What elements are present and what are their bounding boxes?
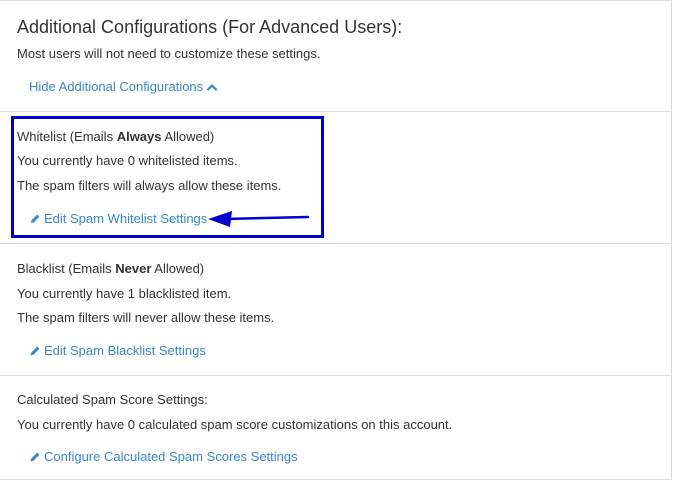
page-title: Additional Configurations (For Advanced … bbox=[17, 17, 403, 37]
hide-additional-configurations-link[interactable]: Hide Additional Configurations bbox=[29, 79, 218, 95]
blacklist-heading-pre: Blacklist (Emails bbox=[17, 261, 116, 276]
header-description: Most users will not need to customize th… bbox=[17, 46, 321, 61]
arrow-annotation bbox=[208, 211, 310, 227]
header-section: Additional Configurations (For Advanced … bbox=[0, 1, 671, 112]
calculated-count: You currently have 0 calculated spam sco… bbox=[17, 417, 453, 432]
chevron-up-icon bbox=[207, 83, 218, 91]
edit-spam-blacklist-link[interactable]: Edit Spam Blacklist Settings bbox=[29, 343, 206, 359]
blacklist-heading: Blacklist (Emails Never Allowed) bbox=[17, 261, 204, 277]
additional-configurations-panel: Additional Configurations (For Advanced … bbox=[0, 0, 672, 480]
blacklist-count: You currently have 1 blacklisted item. bbox=[17, 286, 232, 301]
toggle-link-label: Hide Additional Configurations bbox=[29, 79, 204, 94]
configure-calculated-spam-scores-link[interactable]: Configure Calculated Spam Scores Setting… bbox=[29, 449, 298, 465]
calculated-heading: Calculated Spam Score Settings: bbox=[17, 392, 208, 407]
blacklist-section: Blacklist (Emails Never Allowed) You cur… bbox=[0, 244, 671, 376]
configure-calculated-spam-scores-label: Configure Calculated Spam Scores Setting… bbox=[44, 449, 298, 464]
pencil-icon bbox=[29, 451, 41, 463]
blacklist-info: The spam filters will never allow these … bbox=[17, 310, 275, 325]
blacklist-heading-post: Allowed) bbox=[151, 261, 205, 276]
edit-spam-blacklist-label: Edit Spam Blacklist Settings bbox=[44, 343, 206, 358]
pencil-icon bbox=[29, 345, 41, 357]
calculated-spam-score-section: Calculated Spam Score Settings: You curr… bbox=[0, 376, 671, 481]
blacklist-heading-bold: Never bbox=[115, 261, 152, 276]
